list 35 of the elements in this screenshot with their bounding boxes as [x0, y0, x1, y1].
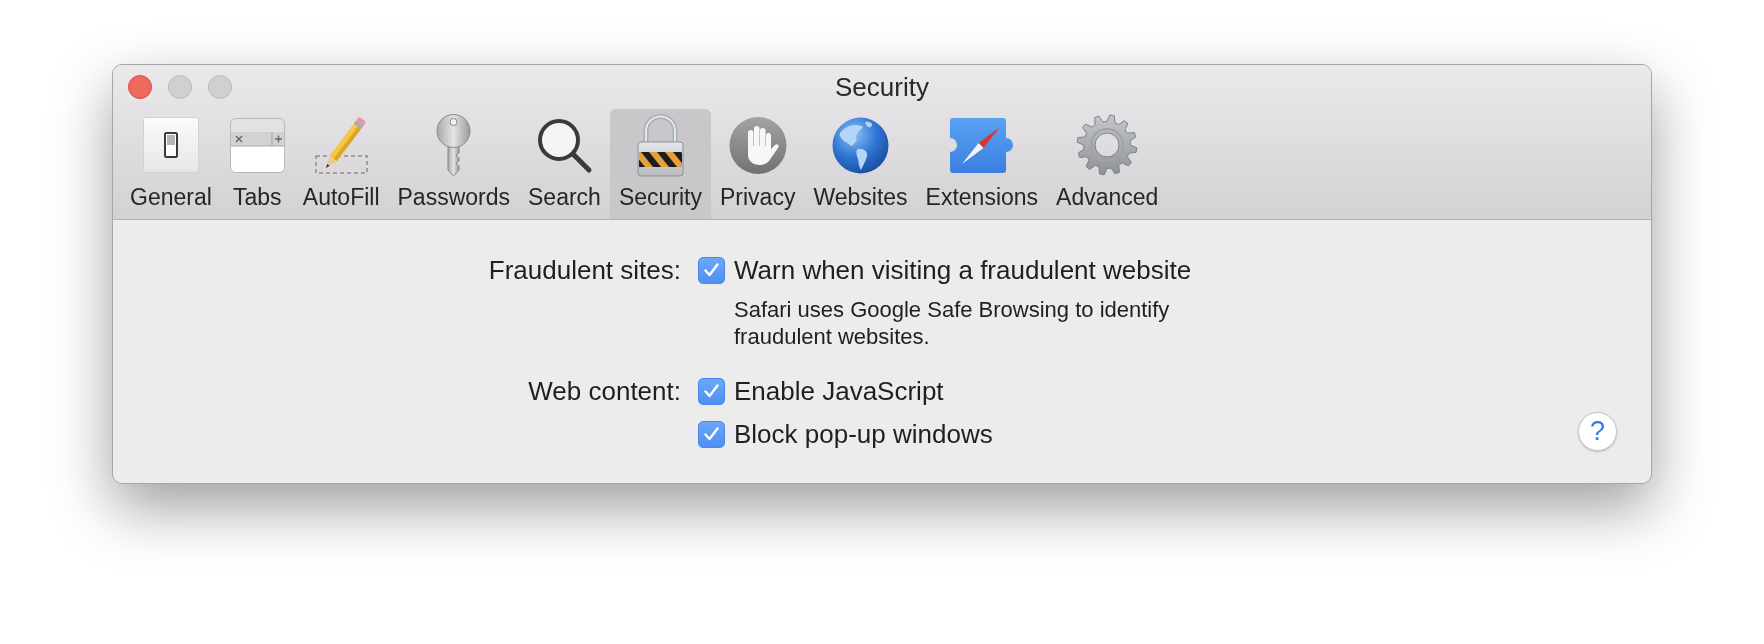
puzzle-compass-icon: [949, 117, 1014, 173]
toolbar-tab[interactable]: Websites: [804, 109, 917, 219]
toolbar-tab[interactable]: Search: [519, 109, 610, 219]
toolbar-tab[interactable]: Tabs: [220, 109, 294, 219]
setting-label: Fraudulent sites:: [487, 254, 681, 286]
padlock-icon: [636, 113, 684, 177]
checkmark-icon: [704, 263, 719, 277]
checkmark-icon: [704, 384, 719, 398]
gear-icon: [1076, 114, 1139, 176]
toolbar-tab[interactable]: Security: [609, 109, 711, 219]
toggle-switch-icon: [142, 117, 199, 173]
key-icon: [435, 113, 473, 177]
toolbar-tab[interactable]: AutoFill: [293, 109, 389, 219]
toolbar-tab[interactable]: General: [121, 109, 221, 219]
description-text: Safari uses Google Safe Browsing to identify fraudulent websites.: [734, 296, 1171, 350]
pencil-icon: [314, 116, 368, 174]
checkmark-icon: [704, 427, 719, 441]
search-icon: [536, 117, 592, 173]
window-title: Security: [835, 71, 929, 103]
toolbar-tab[interactable]: Extensions: [916, 109, 1048, 219]
hand-icon: [728, 115, 787, 175]
help-button[interactable]: ?: [1578, 412, 1617, 451]
checkbox-label: Enable JavaScript: [734, 375, 944, 407]
checkbox-label: Warn when visiting a fraudulent website: [734, 254, 1192, 286]
setting-label: Web content:: [527, 375, 681, 407]
checkbox-label: Block pop-up windows: [734, 418, 993, 450]
toolbar-tab[interactable]: Privacy: [711, 109, 805, 219]
checkbox[interactable]: [698, 420, 725, 448]
toolbar-tab[interactable]: Advanced: [1047, 109, 1168, 219]
globe-icon: [831, 116, 889, 174]
checkbox[interactable]: [698, 377, 725, 405]
tab-bar-icon: [229, 117, 285, 173]
checkbox[interactable]: [698, 256, 725, 284]
close-button[interactable]: [128, 75, 152, 99]
toolbar-tab[interactable]: Passwords: [388, 109, 519, 219]
